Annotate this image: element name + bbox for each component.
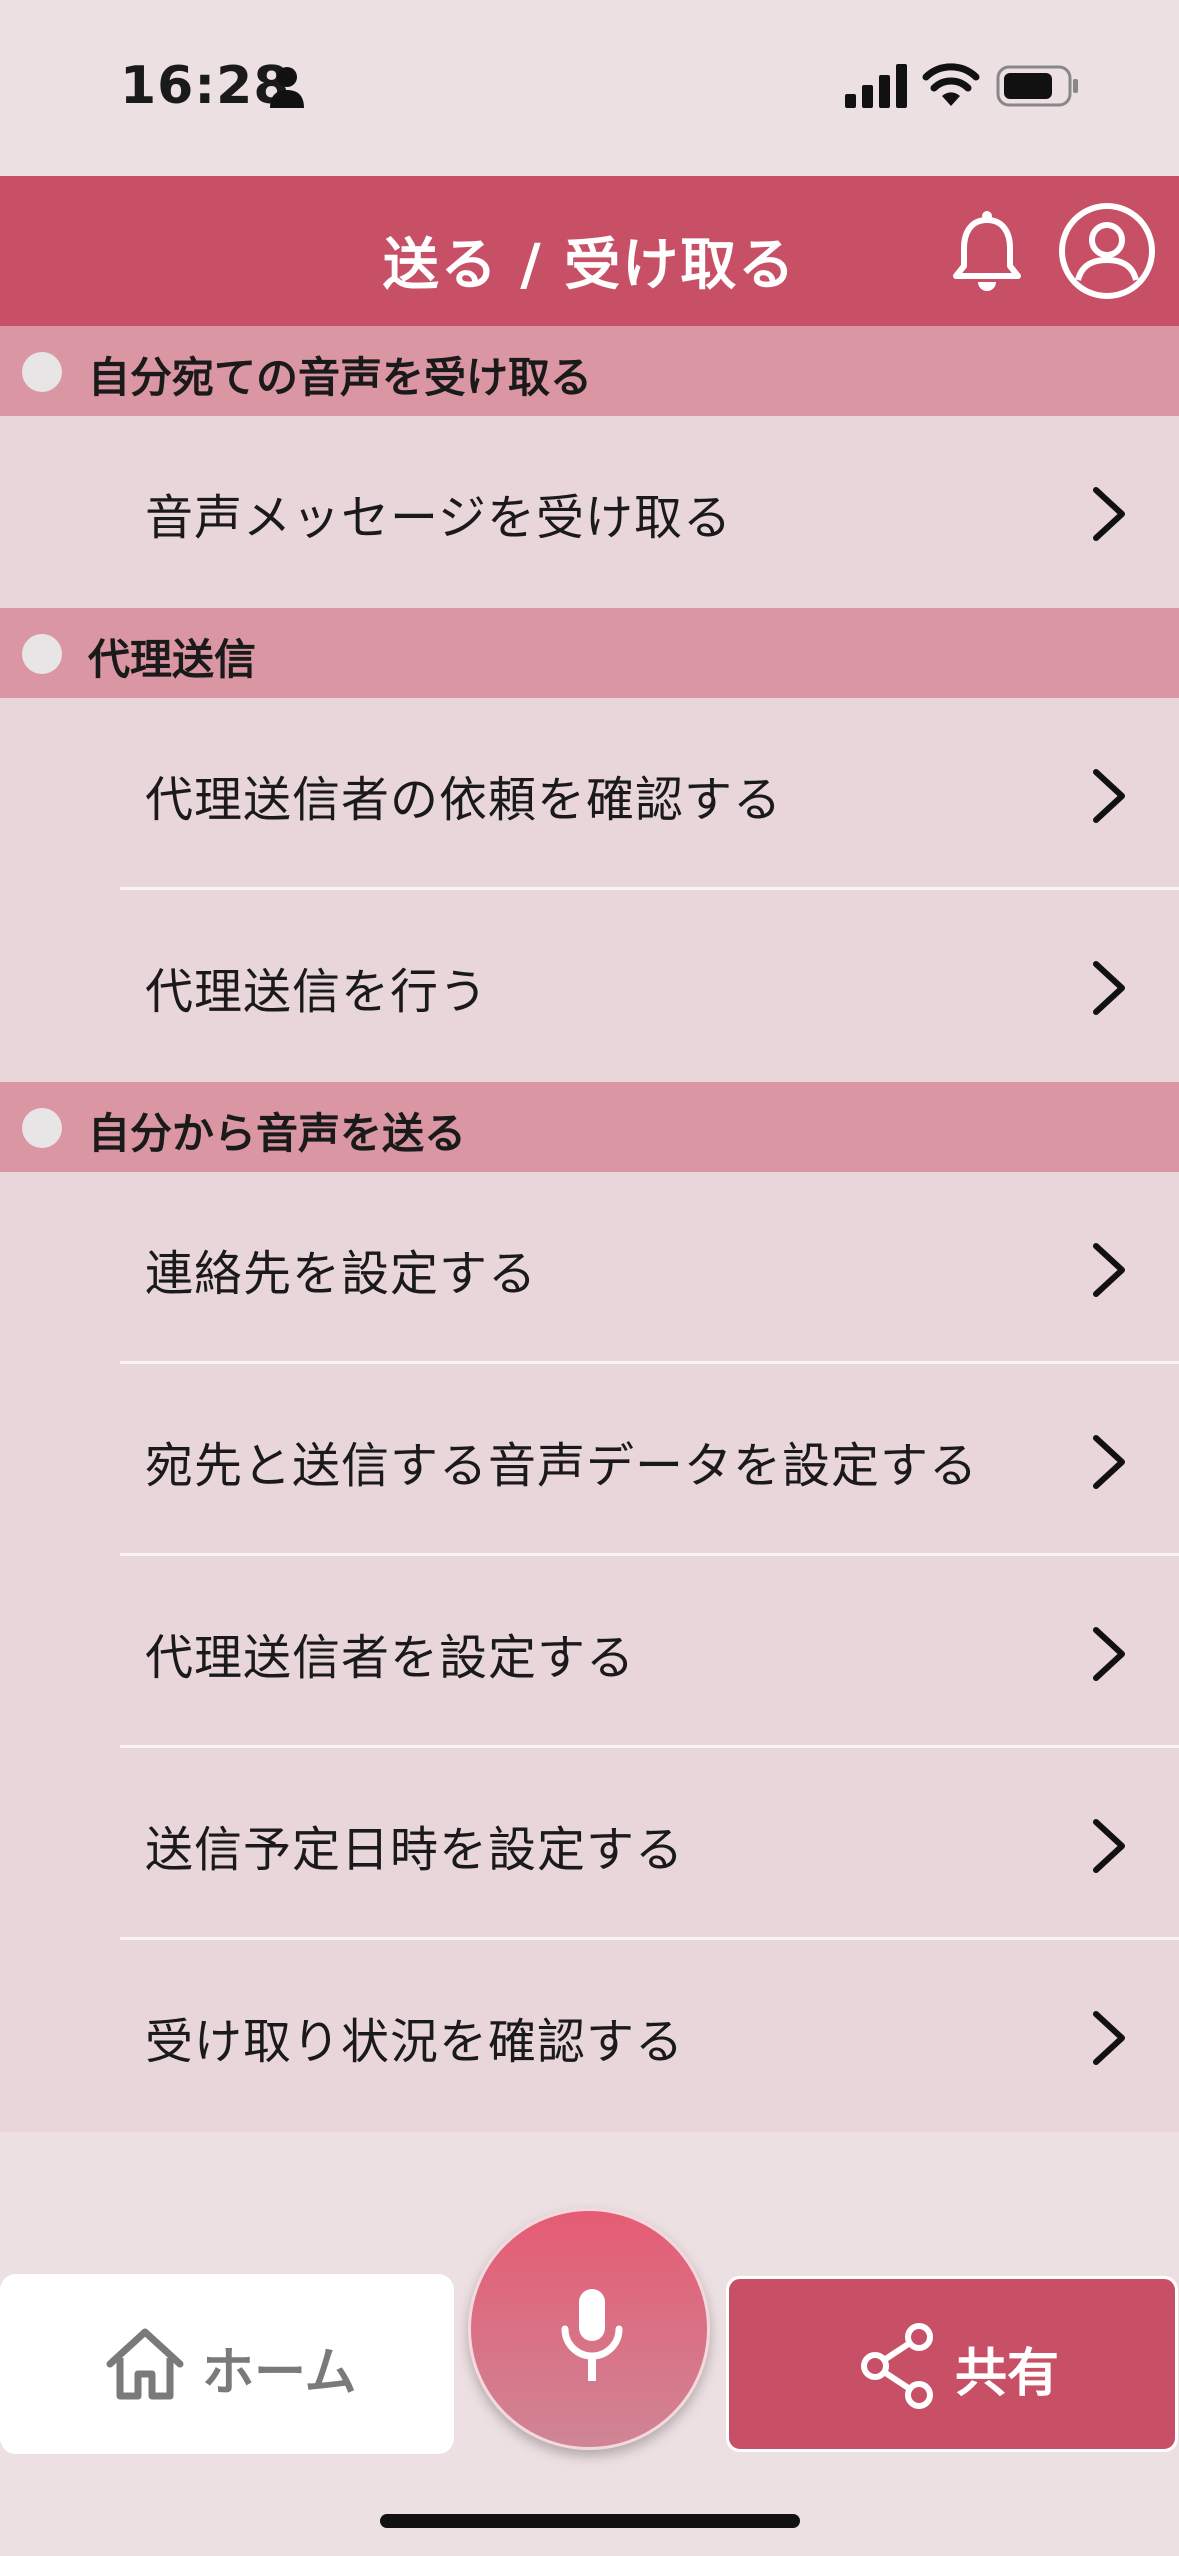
section-title: 自分宛ての音声を受け取る [88,353,593,402]
battery-icon [996,65,1078,107]
home-icon [106,2328,184,2400]
microphone-icon [561,2289,623,2381]
home-button-label: ホーム [202,2343,357,2403]
chevron-right-icon [1093,961,1125,1015]
chevron-right-icon [1093,1627,1125,1681]
menu-item-label: 代理送信者の依頼を確認する [145,772,783,828]
section-header-send: 自分から音声を送る [0,1082,1179,1172]
section-bullet [22,352,62,392]
menu-item-set-schedule[interactable]: 送信予定日時を設定する [0,1748,1179,1940]
menu-item-label: 音声メッセージを受け取る [145,490,733,546]
chevron-right-icon [1093,1243,1125,1297]
menu-item-label: 宛先と送信する音声データを設定する [145,1438,979,1494]
section-header-receive: 自分宛ての音声を受け取る [0,326,1179,416]
app-header: 送る / 受け取る [0,176,1179,326]
menu-item-set-proxy-sender[interactable]: 代理送信者を設定する [0,1556,1179,1748]
share-button-label: 共有 [955,2344,1060,2404]
menu-item-label: 送信予定日時を設定する [145,1822,685,1878]
menu-item-label: 代理送信者を設定する [145,1630,636,1686]
home-button[interactable]: ホーム [0,2274,454,2454]
section-title: 自分から音声を送る [88,1109,467,1158]
menu-item-perform-proxy-send[interactable]: 代理送信を行う [0,890,1179,1082]
chevron-right-icon [1093,1819,1125,1873]
section-title: 代理送信 [88,635,257,684]
menu-item-set-contacts[interactable]: 連絡先を設定する [0,1172,1179,1364]
share-button[interactable]: 共有 [726,2276,1178,2452]
menu-item-receive-voice-message[interactable]: 音声メッセージを受け取る [0,416,1179,608]
menu-item-check-receipt-status[interactable]: 受け取り状況を確認する [0,1940,1179,2132]
section-bullet [22,1108,62,1148]
chevron-right-icon [1093,1435,1125,1489]
person-icon [270,67,304,108]
bell-icon[interactable] [950,210,1024,294]
menu-item-confirm-proxy-request[interactable]: 代理送信者の依頼を確認する [0,698,1179,890]
chevron-right-icon [1093,769,1125,823]
menu-item-label: 連絡先を設定する [145,1246,538,1302]
menu-item-set-recipient-and-audio[interactable]: 宛先と送信する音声データを設定する [0,1364,1179,1556]
chevron-right-icon [1093,2011,1125,2065]
menu-item-label: 代理送信を行う [145,964,489,1020]
signal-icon [845,64,907,108]
home-indicator [380,2514,800,2528]
status-time: 16:28 [120,56,291,116]
record-button[interactable] [468,2208,710,2450]
section-header-proxy: 代理送信 [0,608,1179,698]
wifi-icon [922,63,980,106]
share-icon [861,2323,933,2409]
status-bar: 16:28 [0,0,1179,176]
account-icon[interactable] [1058,202,1156,300]
menu-item-label: 受け取り状況を確認する [145,2014,685,2070]
chevron-right-icon [1093,487,1125,541]
section-bullet [22,634,62,674]
